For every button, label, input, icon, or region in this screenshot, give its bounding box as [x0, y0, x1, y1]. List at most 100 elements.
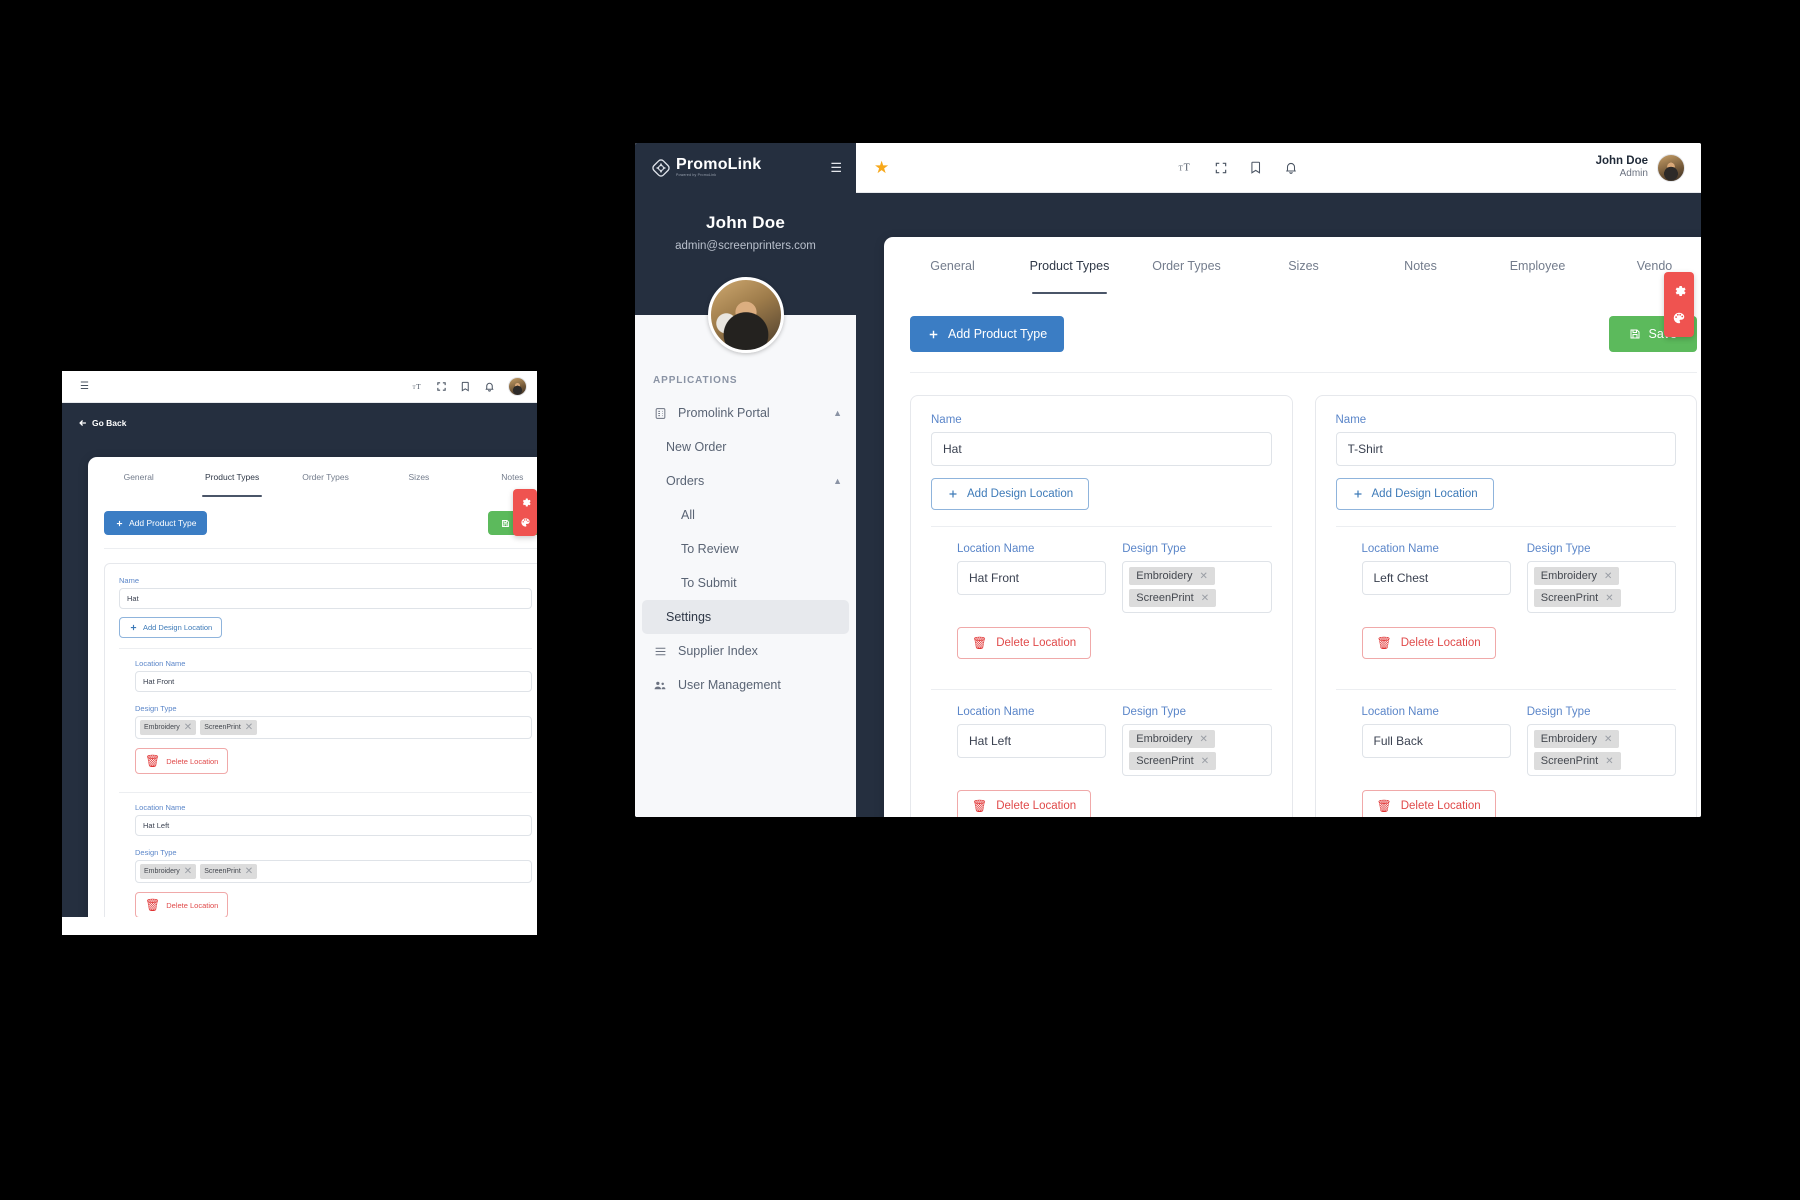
design-type-chip: ScreenPrint ✕ — [1129, 752, 1217, 770]
bell-icon[interactable] — [484, 381, 495, 392]
delete-location-button[interactable]: 🗑 Delete Location — [1361, 627, 1496, 659]
tab-notes[interactable]: Notes — [1362, 237, 1479, 294]
close-x-icon[interactable]: ✕ — [245, 866, 253, 877]
sidebar-item-settings[interactable]: Settings — [642, 600, 849, 634]
color-palette-icon[interactable] — [1672, 311, 1686, 325]
sidebar-item-new-order[interactable]: New Order — [635, 430, 856, 464]
brand-logo[interactable]: PromoLink Powered by PromoLink — [651, 157, 761, 178]
add-design-location-button[interactable]: Add Design Location — [119, 617, 223, 638]
tab-order-types[interactable]: Order Types — [1128, 237, 1245, 294]
fullscreen-icon[interactable] — [436, 381, 447, 392]
close-x-icon[interactable]: ✕ — [1605, 756, 1613, 767]
text-size-icon[interactable]: TT — [412, 381, 423, 392]
svg-text:T: T — [412, 385, 415, 391]
delete-location-button[interactable]: 🗑 Delete Location — [135, 748, 229, 774]
users-icon — [653, 678, 667, 692]
close-x-icon[interactable]: ✕ — [1605, 593, 1613, 604]
tab-product-types[interactable]: Product Types — [185, 457, 278, 497]
main-browser-window: PromoLink Powered by PromoLink ☰ ★ TT Jo… — [635, 143, 1701, 817]
sidebar-item-orders[interactable]: Orders ▲ — [635, 464, 856, 498]
location-name-label: Location Name — [957, 543, 1035, 555]
delete-location-button[interactable]: 🗑 Delete Location — [957, 627, 1092, 659]
design-type-multiselect[interactable]: Embroidery ✕ ScreenPrint ✕ — [1122, 561, 1272, 613]
product-name-input[interactable] — [1335, 432, 1676, 466]
close-x-icon[interactable]: ✕ — [1604, 571, 1612, 582]
close-x-icon[interactable]: ✕ — [1201, 756, 1209, 767]
theme-settings-float-panel — [513, 489, 537, 536]
add-design-location-button[interactable]: Add Design Location — [1335, 478, 1494, 510]
tab-general[interactable]: General — [894, 237, 1011, 294]
add-product-type-button[interactable]: Add Product Type — [104, 511, 208, 535]
design-type-multiselect[interactable]: Embroidery ✕ ScreenPrint ✕ — [1122, 724, 1272, 776]
design-location-row: Location Name Design Type Embroidery ✕ Sc… — [931, 526, 1272, 673]
location-name-input[interactable] — [957, 561, 1107, 595]
tab-sizes[interactable]: Sizes — [1245, 237, 1362, 294]
settings-panel: General Product Types Order Types Sizes … — [884, 237, 1701, 817]
product-name-input[interactable] — [931, 432, 1272, 466]
sidebar-item-promolink-portal[interactable]: Promolink Portal ▲ — [635, 396, 856, 430]
delete-location-label: Delete Location — [996, 800, 1077, 812]
top-bar-right: ☰ TT — [62, 371, 537, 403]
profile-avatar[interactable] — [707, 277, 784, 353]
design-type-multiselect[interactable]: Embroidery ✕ ScreenPrint ✕ — [135, 860, 532, 883]
sidebar-item-to-review[interactable]: To Review — [635, 532, 856, 566]
fullscreen-icon[interactable] — [1214, 161, 1228, 175]
gear-settings-icon[interactable] — [520, 497, 531, 508]
hamburger-menu-icon[interactable]: ☰ — [830, 161, 842, 174]
design-type-multiselect[interactable]: Embroidery ✕ ScreenPrint ✕ — [135, 716, 532, 739]
close-x-icon[interactable]: ✕ — [1604, 734, 1612, 745]
user-avatar[interactable] — [508, 377, 527, 396]
delete-location-button[interactable]: 🗑 Delete Location — [135, 892, 229, 917]
delete-location-label: Delete Location — [166, 756, 219, 766]
add-design-location-label: Add Design Location — [143, 623, 213, 632]
bell-icon[interactable] — [1284, 160, 1298, 175]
save-disk-icon — [1630, 329, 1639, 339]
gear-settings-icon[interactable] — [1672, 284, 1686, 298]
tab-product-types[interactable]: Product Types — [1011, 237, 1128, 294]
user-menu[interactable]: John Doe Admin — [1596, 153, 1685, 182]
settings-tabs: General Product Types Order Types Sizes … — [884, 237, 1701, 294]
color-palette-icon[interactable] — [520, 517, 531, 528]
go-back-button[interactable]: Go Back — [78, 418, 127, 428]
delete-location-button[interactable]: 🗑 Delete Location — [957, 790, 1092, 817]
close-x-icon[interactable]: ✕ — [1200, 571, 1208, 582]
brand-name: PromoLink — [676, 156, 762, 174]
hamburger-menu-icon[interactable]: ☰ — [80, 381, 89, 392]
design-type-chip: ScreenPrint ✕ — [200, 864, 258, 879]
tab-general[interactable]: General — [92, 457, 185, 497]
user-avatar[interactable] — [1656, 153, 1685, 182]
product-name-input[interactable] — [119, 588, 532, 609]
close-x-icon[interactable]: ✕ — [184, 866, 192, 877]
tab-employee[interactable]: Employee — [1479, 237, 1596, 294]
sidebar-item-all[interactable]: All — [635, 498, 856, 532]
chip-label: ScreenPrint — [1136, 592, 1194, 604]
location-name-input[interactable] — [1361, 561, 1511, 595]
design-location-row: Location Name Design Type Embroidery ✕ Sc… — [1335, 526, 1676, 673]
tab-sizes[interactable]: Sizes — [372, 457, 465, 497]
star-icon[interactable]: ★ — [874, 159, 889, 176]
sidebar-item-supplier-index[interactable]: Supplier Index — [635, 634, 856, 668]
close-x-icon[interactable]: ✕ — [1201, 593, 1209, 604]
close-x-icon[interactable]: ✕ — [184, 722, 192, 733]
bookmark-icon[interactable] — [460, 381, 471, 392]
close-x-icon[interactable]: ✕ — [245, 722, 253, 733]
product-type-card: Name Add Design Location Locatio — [104, 563, 537, 917]
design-type-multiselect[interactable]: Embroidery ✕ ScreenPrint ✕ — [1526, 724, 1676, 776]
location-name-input[interactable] — [1361, 724, 1511, 758]
delete-location-button[interactable]: 🗑 Delete Location — [1361, 790, 1496, 817]
add-product-type-button[interactable]: Add Product Type — [910, 316, 1065, 352]
text-size-icon[interactable]: TT — [1178, 160, 1193, 175]
tab-order-types[interactable]: Order Types — [279, 457, 372, 497]
design-type-label: Design Type — [135, 704, 177, 713]
chip-label: Embroidery — [1136, 570, 1193, 582]
location-name-input[interactable] — [135, 815, 532, 836]
location-name-input[interactable] — [135, 671, 532, 692]
add-design-location-button[interactable]: Add Design Location — [931, 478, 1090, 510]
close-x-icon[interactable]: ✕ — [1200, 734, 1208, 745]
location-name-input[interactable] — [957, 724, 1107, 758]
sidebar-item-user-management[interactable]: User Management — [635, 668, 856, 702]
bookmark-icon[interactable] — [1249, 160, 1263, 175]
sidebar-item-to-submit[interactable]: To Submit — [635, 566, 856, 600]
chevron-up-icon: ▲ — [833, 476, 842, 486]
design-type-multiselect[interactable]: Embroidery ✕ ScreenPrint ✕ — [1526, 561, 1676, 613]
